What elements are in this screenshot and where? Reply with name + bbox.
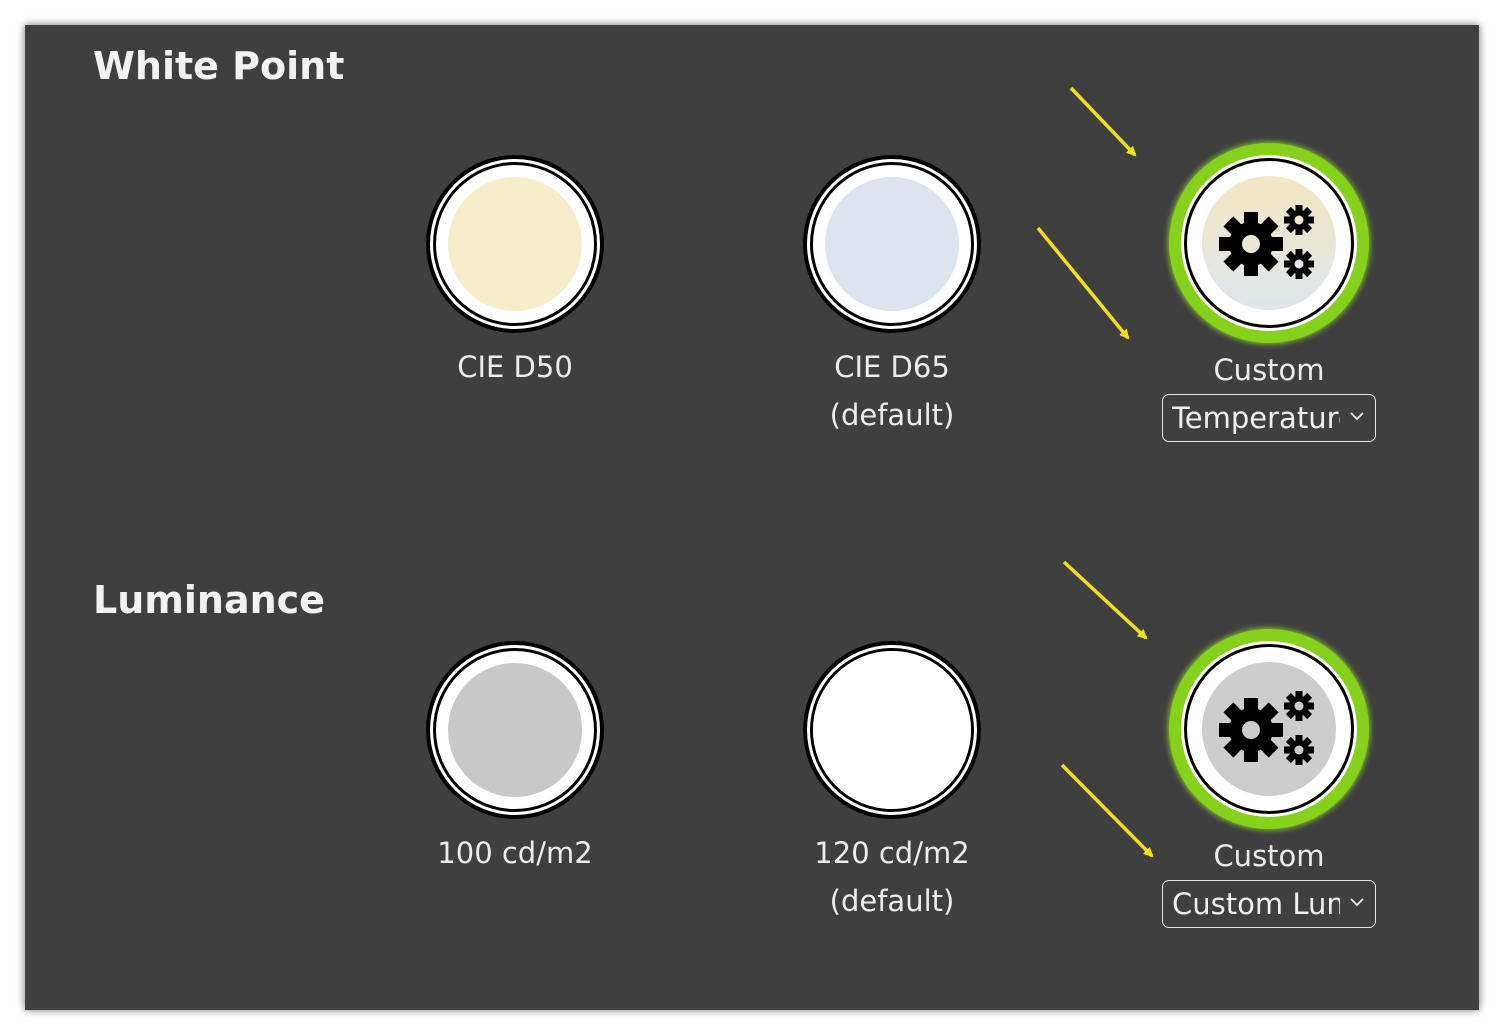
white-point-mode-dropdown[interactable]: Temperature: [1162, 394, 1376, 442]
luminance-option-120: 120 cd/m2 (default): [762, 641, 1022, 925]
gears-icon: [1219, 691, 1314, 765]
luminance-100-label: 100 cd/m2: [437, 836, 593, 870]
custom-white-point-button[interactable]: [1169, 143, 1369, 343]
luminance-mode-dropdown[interactable]: Custom Luminance: [1162, 880, 1376, 928]
settings-panel: White Point CIE D50 CIE D65 (default) Cu…: [25, 25, 1479, 1010]
d65-swatch-button[interactable]: [803, 155, 981, 333]
luminance-100-fill: [448, 663, 582, 797]
d65-color-fill: [825, 177, 959, 311]
white-point-title: White Point: [93, 44, 345, 88]
luminance-100-swatch-button[interactable]: [426, 641, 604, 819]
luminance-120-swatch-button[interactable]: [803, 641, 981, 819]
d50-color-fill: [448, 177, 582, 311]
white-point-option-d50: CIE D50: [385, 155, 645, 391]
custom-luminance-button[interactable]: [1169, 629, 1369, 829]
d50-label: CIE D50: [457, 350, 573, 384]
luminance-option-custom: Custom Custom Luminance: [1139, 629, 1399, 928]
luminance-title: Luminance: [93, 578, 325, 622]
chevron-down-icon: [1350, 898, 1364, 907]
gears-icon: [1219, 205, 1314, 279]
chevron-down-icon: [1350, 412, 1364, 421]
d65-label: CIE D65 (default): [829, 350, 955, 432]
luminance-120-label: 120 cd/m2 (default): [814, 836, 970, 918]
white-point-option-custom: Custom Temperature: [1139, 143, 1399, 442]
luminance-option-100: 100 cd/m2: [385, 641, 645, 877]
luminance-120-fill: [813, 651, 971, 809]
custom-white-point-label: Custom: [1213, 353, 1325, 387]
d50-swatch-button[interactable]: [426, 155, 604, 333]
white-point-option-d65: CIE D65 (default): [762, 155, 1022, 439]
custom-luminance-label: Custom: [1213, 839, 1325, 873]
